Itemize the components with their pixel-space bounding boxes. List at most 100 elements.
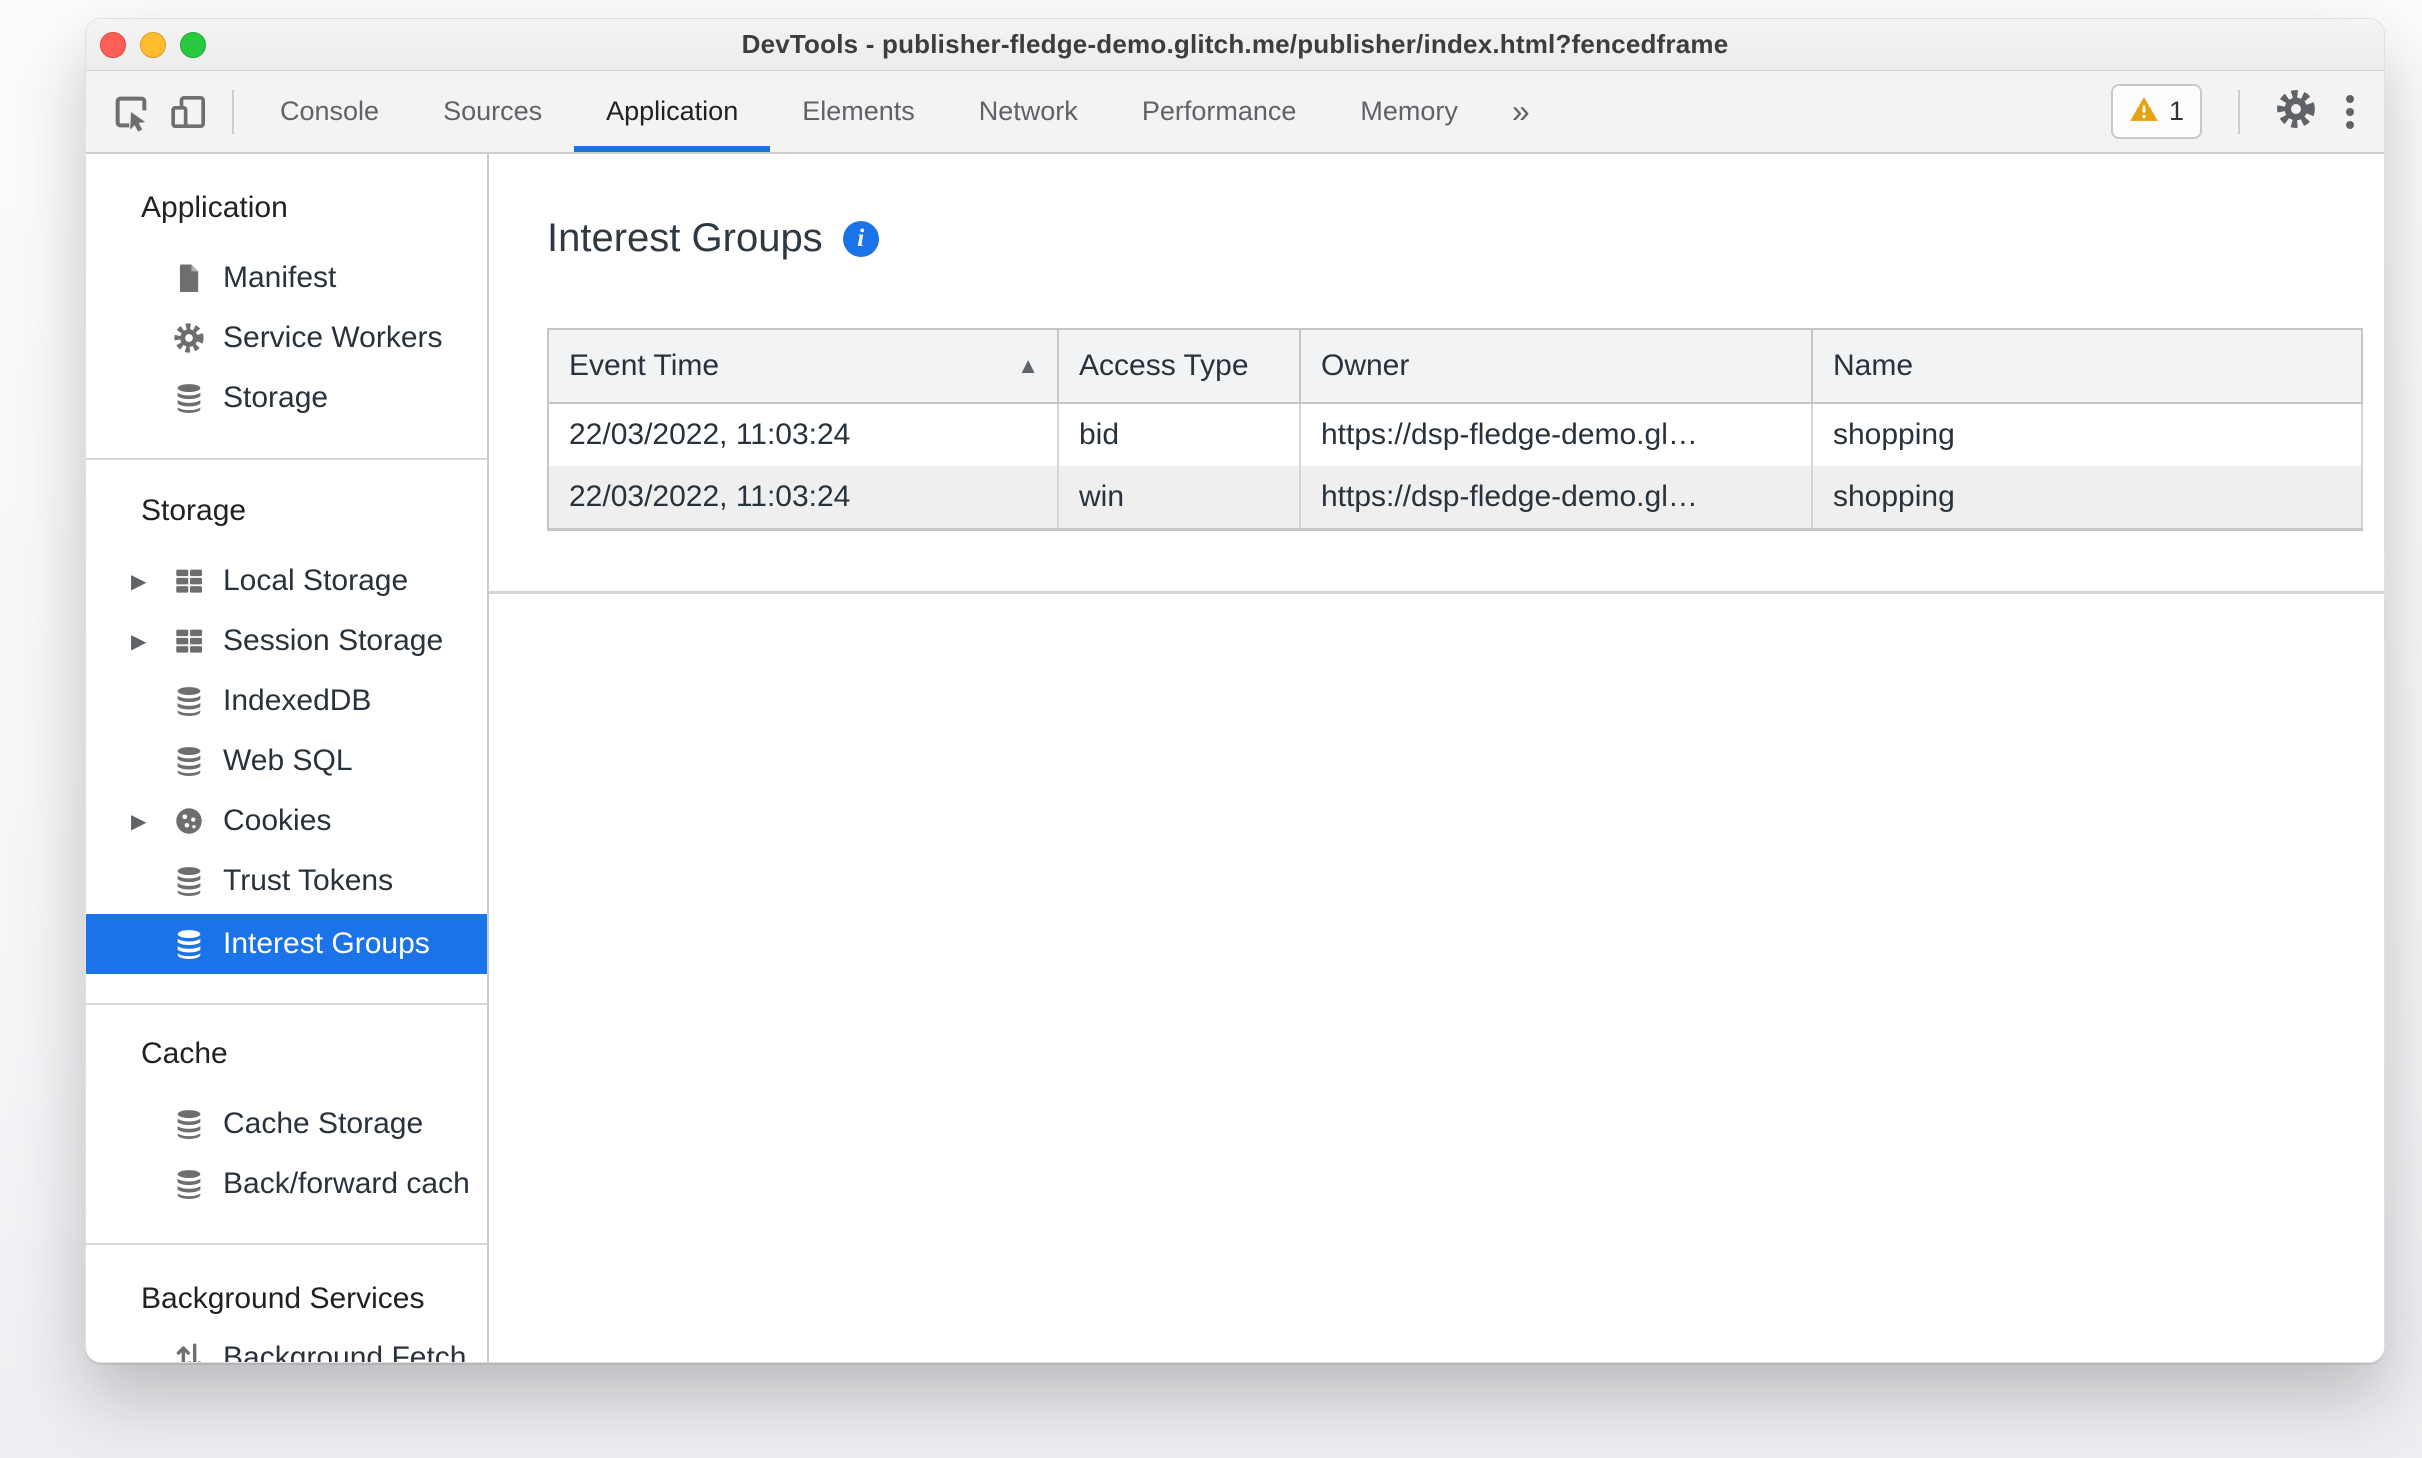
- cell-access-type: bid: [1058, 403, 1301, 466]
- warning-triangle-icon: [2129, 94, 2159, 129]
- section-header-application: Application: [141, 191, 288, 224]
- tree-property-row[interactable]: 0: "key1": [489, 1086, 2384, 1134]
- tree-property-row[interactable]: expirationTime: 1650538216.837188: [489, 846, 2384, 894]
- cell-name: shopping: [1812, 466, 2363, 531]
- sidebar-item-indexeddb[interactable]: IndexedDB: [86, 671, 487, 731]
- database-icon: [171, 1166, 207, 1202]
- sidebar-item-back-forward-cache[interactable]: Back/forward cach: [86, 1154, 487, 1214]
- tree-property-row[interactable]: ▼trustedBiddingSignalsKeys: ["key1", "ke…: [489, 1038, 2384, 1086]
- close-window-button[interactable]: [100, 32, 126, 58]
- tree-property-row[interactable]: ▶0: {renderUrl: "https://shopping-fledge…: [489, 750, 2384, 798]
- table-icon: [171, 563, 207, 599]
- database-icon: [171, 1106, 207, 1142]
- tree-property-row[interactable]: name: "shopping": [489, 942, 2384, 990]
- cell-owner: https://dsp-fledge-demo.gl…: [1300, 466, 1813, 531]
- tree-property-row[interactable]: adComponents: []: [489, 654, 2384, 702]
- sidebar-item-label: Trust Tokens: [223, 864, 394, 897]
- settings-gear-icon[interactable]: [2274, 87, 2318, 136]
- column-label: Name: [1833, 349, 1914, 382]
- column-header-name[interactable]: Name: [1812, 328, 2363, 404]
- sidebar-item-web-sql[interactable]: Web SQL: [86, 731, 487, 791]
- column-header-access-type[interactable]: Access Type: [1058, 328, 1301, 404]
- tree-property-row[interactable]: userBiddingSignals: "{\"user_bidding_sig…: [489, 1278, 2384, 1326]
- warning-count: 1: [2168, 96, 2184, 126]
- sidebar-item-trust-tokens[interactable]: Trust Tokens: [86, 851, 487, 911]
- panel-tabs: Console Sources Application Elements Net…: [248, 71, 1552, 152]
- tree-property-row[interactable]: joiningOrigin: "https://shopping-fledge-…: [489, 894, 2384, 942]
- toolbar-divider: [232, 89, 234, 134]
- sidebar-item-manifest[interactable]: Manifest: [86, 248, 487, 308]
- cell-access-type: win: [1058, 466, 1301, 531]
- desktop-background: DevTools - publisher-fledge-demo.glitch.…: [0, 0, 2422, 1458]
- interest-groups-table: Event Time ▲ Access Type Owner Name 22/0…: [547, 328, 2363, 531]
- table-row[interactable]: 22/03/2022, 11:03:24 bid https://dsp-fle…: [547, 403, 2363, 466]
- sidebar-item-label: Back/forward cach: [223, 1167, 470, 1200]
- application-sidebar: Application Manifest Service Workers Sto…: [86, 154, 489, 1362]
- database-icon: [171, 863, 207, 899]
- sidebar-item-cookies[interactable]: ▶ Cookies: [86, 791, 487, 851]
- database-icon: [171, 380, 207, 416]
- database-icon: [171, 743, 207, 779]
- tree-property-row[interactable]: trustedBiddingSignalsUrl: "https://dsp-f…: [489, 1182, 2384, 1230]
- sidebar-item-service-workers[interactable]: Service Workers: [86, 308, 487, 368]
- maximize-window-button[interactable]: [180, 32, 206, 58]
- expand-arrow-icon[interactable]: ▶: [131, 569, 171, 594]
- expand-arrow-icon[interactable]: ▶: [131, 629, 171, 654]
- more-options-kebab-icon[interactable]: [2346, 90, 2354, 134]
- tree-property-row[interactable]: ownerOrigin: "https://dsp-fledge-demo.gl…: [489, 990, 2384, 1038]
- sidebar-item-label: Service Workers: [223, 321, 443, 354]
- info-icon[interactable]: i: [842, 220, 879, 257]
- sidebar-item-label: Background Fetch: [223, 1341, 467, 1362]
- tree-property-row[interactable]: biddingUrl: "https://dsp-fledge-demo.gli…: [489, 798, 2384, 846]
- window-title: DevTools - publisher-fledge-demo.glitch.…: [741, 29, 1729, 59]
- column-header-owner[interactable]: Owner: [1300, 328, 1813, 404]
- devtools-toolbar: Console Sources Application Elements Net…: [86, 71, 2384, 154]
- sidebar-item-label: Storage: [223, 381, 329, 414]
- tree-property-row[interactable]: ▼ads: [{renderUrl: "https://shopping-fle…: [489, 702, 2384, 750]
- tree-property-row[interactable]: updateUrl: "https://dsp-fledge-demo.glit…: [489, 1230, 2384, 1278]
- sidebar-item-label: IndexedDB: [223, 684, 372, 717]
- toolbar-divider: [2238, 89, 2240, 134]
- sidebar-item-label: Session Storage: [223, 624, 444, 657]
- tab-console[interactable]: Console: [248, 71, 411, 152]
- tab-network[interactable]: Network: [947, 71, 1110, 152]
- section-divider: [86, 1243, 487, 1245]
- column-header-event-time[interactable]: Event Time ▲: [547, 328, 1059, 404]
- sidebar-item-session-storage[interactable]: ▶ Session Storage: [86, 611, 487, 671]
- cell-name: shopping: [1812, 403, 2363, 466]
- interest-group-json-tree: ▼{ownerOrigin: "https://dsp-fledge-demo.…: [489, 606, 2384, 1362]
- cell-event-time: 22/03/2022, 11:03:24: [547, 403, 1059, 466]
- section-header-cache: Cache: [141, 1037, 228, 1070]
- section-divider: [86, 1003, 487, 1005]
- sidebar-item-local-storage[interactable]: ▶ Local Storage: [86, 551, 487, 611]
- inspect-element-icon[interactable]: [102, 71, 160, 152]
- expand-arrow-icon[interactable]: ▶: [131, 809, 171, 834]
- tab-memory[interactable]: Memory: [1328, 71, 1490, 152]
- devtools-window: DevTools - publisher-fledge-demo.glitch.…: [85, 18, 2385, 1363]
- issues-warning-badge[interactable]: 1: [2110, 84, 2202, 139]
- cookie-icon: [171, 803, 207, 839]
- tree-property-row[interactable]: 1: "key2": [489, 1134, 2384, 1182]
- sidebar-item-interest-groups[interactable]: Interest Groups: [86, 914, 487, 974]
- gear-icon: [171, 320, 207, 356]
- fetch-arrows-icon: [171, 1340, 207, 1362]
- tab-performance[interactable]: Performance: [1110, 71, 1329, 152]
- device-toolbar-icon[interactable]: [160, 71, 218, 152]
- tree-root-row[interactable]: ▼{ownerOrigin: "https://dsp-fledge-demo.…: [489, 606, 2384, 654]
- tab-elements[interactable]: Elements: [770, 71, 947, 152]
- sidebar-item-label: Cache Storage: [223, 1107, 424, 1140]
- sort-ascending-icon: ▲: [1017, 353, 1039, 378]
- sidebar-item-cache-storage[interactable]: Cache Storage: [86, 1094, 487, 1154]
- sidebar-item-label: Local Storage: [223, 564, 409, 597]
- interest-groups-panel: Interest Groups i Event Time ▲ Access Ty…: [489, 154, 2384, 1362]
- titlebar[interactable]: DevTools - publisher-fledge-demo.glitch.…: [86, 19, 2384, 71]
- minimize-window-button[interactable]: [140, 32, 166, 58]
- tab-application[interactable]: Application: [574, 71, 770, 152]
- tab-sources[interactable]: Sources: [411, 71, 574, 152]
- sidebar-item-background-fetch[interactable]: Background Fetch: [86, 1328, 487, 1362]
- more-tabs-icon[interactable]: »: [1490, 71, 1552, 152]
- sidebar-item-label: Cookies: [223, 804, 332, 837]
- column-label: Event Time: [569, 349, 720, 382]
- sidebar-item-storage[interactable]: Storage: [86, 368, 487, 428]
- table-row[interactable]: 22/03/2022, 11:03:24 win https://dsp-fle…: [547, 466, 2363, 531]
